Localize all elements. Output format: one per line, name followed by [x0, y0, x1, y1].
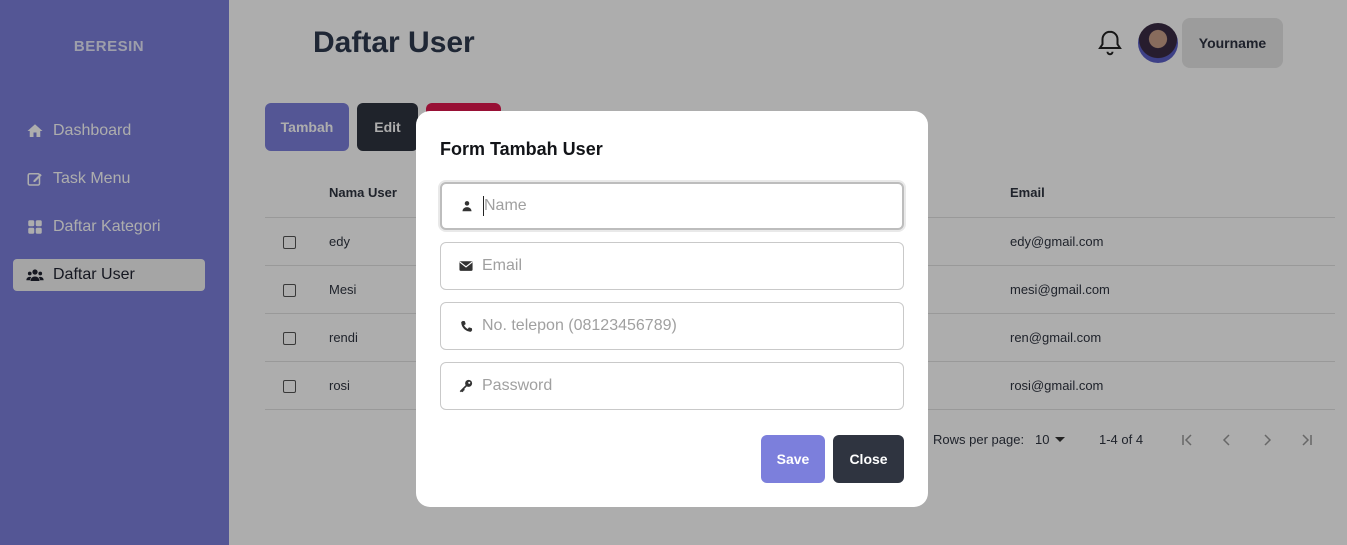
key-icon: [458, 378, 474, 394]
name-input[interactable]: [484, 184, 902, 228]
close-button[interactable]: Close: [833, 435, 904, 483]
envelope-icon: [458, 258, 474, 274]
form-tambah-user-modal: Form Tambah User Save Close: [416, 111, 928, 507]
password-field[interactable]: [440, 362, 904, 410]
email-field[interactable]: [440, 242, 904, 290]
phone-input[interactable]: [482, 303, 903, 349]
name-field[interactable]: [440, 182, 904, 230]
save-button[interactable]: Save: [761, 435, 825, 483]
password-input[interactable]: [482, 363, 903, 409]
modal-title: Form Tambah User: [440, 139, 603, 159]
phone-icon: [458, 318, 474, 334]
person-icon: [459, 198, 475, 214]
email-input[interactable]: [482, 243, 903, 289]
phone-field[interactable]: [440, 302, 904, 350]
